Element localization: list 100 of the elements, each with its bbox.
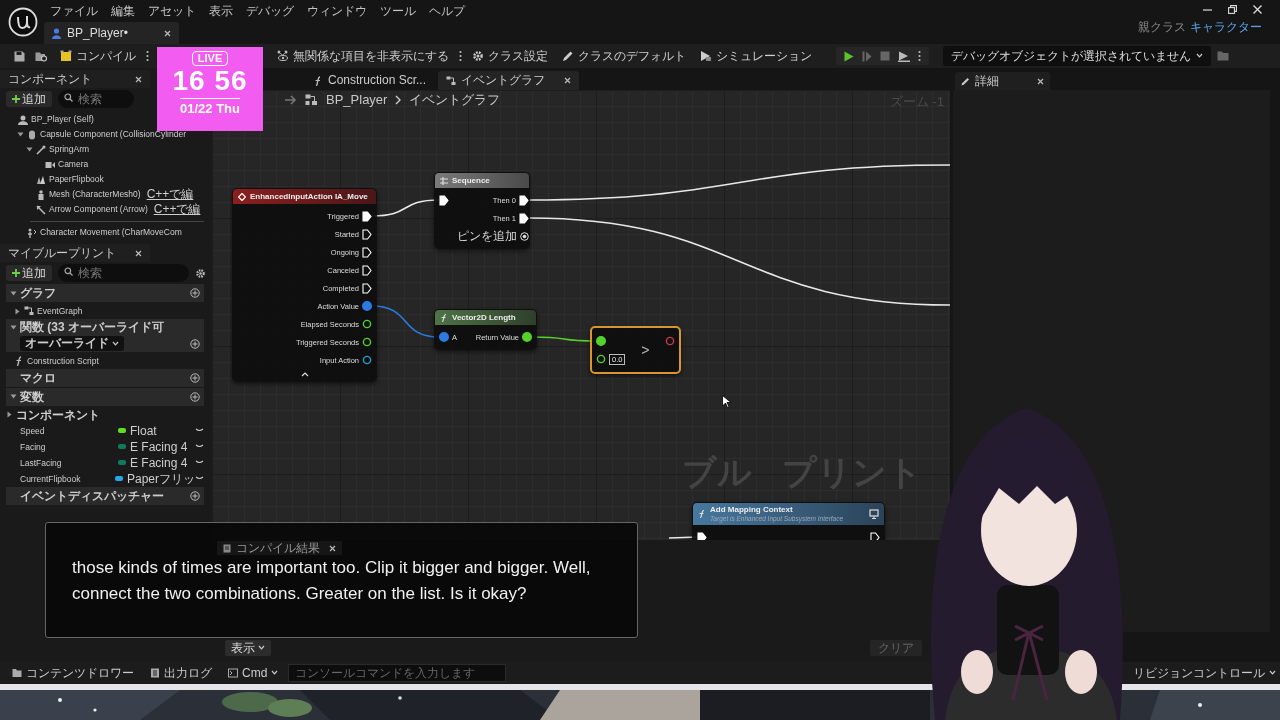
panel-tab[interactable]: マイブループリント	[0, 244, 150, 262]
close-icon[interactable]	[1253, 5, 1262, 14]
browse-icon[interactable]	[35, 50, 48, 62]
menu-item[interactable]: デバッグ	[246, 3, 294, 19]
tree-item[interactable]: Mesh (CharacterMesh0) C++で編	[0, 187, 194, 202]
add-button[interactable]: 追加	[6, 90, 52, 108]
variable-item[interactable]: CurrentFlipbook Paperフリッ	[0, 470, 212, 487]
graph-tab[interactable]: Construction Scr...	[305, 71, 435, 90]
collapse-icon[interactable]	[300, 372, 309, 377]
tree-item[interactable]: PaperFlipbook	[0, 172, 104, 187]
caret-icon[interactable]	[10, 289, 17, 297]
chevron-down-icon[interactable]	[195, 460, 204, 466]
menu-item[interactable]: アセット	[148, 3, 196, 19]
tree-item[interactable]: Capsule Component (CollisionCylinder	[0, 127, 186, 142]
view-dropdown[interactable]: 表示	[225, 639, 271, 656]
node-title: Add Mapping Context	[710, 505, 794, 515]
panel-tab[interactable]: 詳細	[955, 72, 1050, 90]
variable-item[interactable]: LastFacing E Facing 4	[0, 454, 212, 471]
more-icon[interactable]	[459, 50, 462, 62]
cmd-dropdown[interactable]: Cmd	[222, 663, 285, 683]
hide-unrelated-button[interactable]: 無関係な項目を非表示にする	[273, 46, 453, 66]
override-dropdown[interactable]: オーバーライド	[20, 336, 124, 351]
add-icon[interactable]	[190, 490, 200, 501]
variable-item[interactable]: Speed Float	[0, 422, 212, 439]
arm-icon	[36, 144, 46, 155]
play-icon[interactable]	[844, 50, 854, 62]
add-pin-icon[interactable]	[520, 231, 529, 241]
more-icon[interactable]	[146, 50, 149, 62]
caret-icon[interactable]	[14, 307, 21, 315]
add-icon[interactable]	[190, 288, 200, 298]
add-button[interactable]: 追加	[6, 264, 52, 282]
tree-item[interactable]: EventGraph	[0, 303, 212, 319]
tree-item[interactable]: BP_Player (Self)	[0, 112, 94, 127]
save-icon[interactable]	[14, 50, 25, 62]
section-header[interactable]: 変数	[6, 387, 204, 406]
category-item[interactable]: コンポーネント	[0, 406, 212, 423]
caret-icon[interactable]	[26, 146, 33, 153]
toolbar-button[interactable]: クラス設定	[468, 46, 552, 66]
document-tab[interactable]: BP_Player•	[44, 22, 179, 44]
close-icon[interactable]	[135, 249, 142, 257]
add-icon[interactable]	[190, 372, 200, 383]
eject-icon[interactable]	[898, 50, 910, 62]
chevron-down-icon[interactable]	[195, 428, 204, 434]
section-header[interactable]: マクロ	[6, 368, 204, 387]
tree-item[interactable]: Camera	[0, 157, 89, 172]
debug-object-dropdown[interactable]: デバッグオブジェクトが選択されていません	[943, 45, 1211, 67]
search-field[interactable]: 検索	[58, 90, 134, 108]
edit-link[interactable]: C++で編	[153, 202, 201, 217]
graph-tab[interactable]: イベントグラフ	[438, 71, 580, 90]
add-pin-label[interactable]: ピンを追加	[457, 228, 517, 244]
close-icon[interactable]	[329, 544, 336, 552]
panel-tab[interactable]: コンパイル結果	[217, 541, 342, 556]
section-header[interactable]: イベントディスパッチャー	[6, 486, 204, 505]
more-icon[interactable]	[918, 50, 921, 62]
chevron-down-icon[interactable]	[195, 476, 204, 482]
section-header[interactable]: グラフ	[6, 284, 204, 302]
close-icon[interactable]	[164, 29, 171, 37]
output-log-button[interactable]: 出力ログ	[144, 663, 218, 683]
caret-icon[interactable]	[6, 411, 13, 419]
add-icon	[12, 95, 20, 103]
chevron-right-icon	[395, 94, 402, 105]
add-icon[interactable]	[190, 391, 200, 402]
revision-control-dropdown[interactable]: リビジョンコントロール	[1133, 665, 1276, 681]
tree-item[interactable]: SpringArm	[0, 142, 90, 157]
content-drawer-button[interactable]: コンテンツドロワー	[6, 663, 140, 683]
section-header[interactable]: 関数 (33 オーバーライド可 オーバーライド	[6, 319, 204, 352]
toolbar-button[interactable]: シミュレーション	[696, 46, 816, 66]
tree-item[interactable]: Arrow Component (Arrow) C++で編	[0, 202, 201, 217]
toolbar-button[interactable]: クラスのデフォルト	[558, 46, 690, 66]
caret-icon[interactable]	[17, 131, 24, 138]
menu-item[interactable]: 編集	[111, 3, 135, 19]
restore-icon[interactable]	[1228, 5, 1237, 14]
panel-tab[interactable]: コンポーネント	[0, 70, 150, 88]
logo-icon[interactable]	[8, 7, 38, 37]
menu-item[interactable]: 表示	[209, 3, 233, 19]
step-icon[interactable]	[862, 50, 872, 62]
breadcrumb-link[interactable]: イベントグラフ	[409, 92, 501, 108]
menu-item[interactable]: ツール	[380, 3, 416, 19]
chevron-down-icon[interactable]	[195, 444, 204, 450]
close-icon[interactable]	[564, 77, 572, 84]
edit-link[interactable]: C++で編	[146, 187, 194, 202]
variable-item[interactable]: Facing E Facing 4	[0, 438, 212, 455]
breadcrumb-link[interactable]: BP_Player	[326, 92, 388, 108]
close-icon[interactable]	[1037, 77, 1044, 85]
tree-item[interactable]: Construction Script	[0, 352, 212, 369]
compile-button[interactable]: コンパイル	[56, 46, 140, 66]
tree-item[interactable]: Character Movement (CharMoveCom	[0, 225, 182, 240]
menu-item[interactable]: ヘルプ	[429, 3, 465, 19]
folder-icon[interactable]	[1217, 51, 1229, 61]
menu-item[interactable]: ファイル	[50, 3, 98, 19]
console-input[interactable]: コンソールコマンドを入力します	[288, 664, 507, 682]
menu-item[interactable]: ウィンドウ	[307, 3, 367, 19]
parent-class-link[interactable]: キャラクター	[1190, 20, 1262, 35]
search-field[interactable]: 検索	[58, 264, 189, 282]
caret-icon[interactable]	[10, 323, 17, 331]
figure-icon	[36, 189, 46, 200]
caret-icon[interactable]	[10, 393, 17, 401]
close-icon[interactable]	[135, 75, 142, 83]
add-icon[interactable]	[190, 338, 200, 349]
settings-icon[interactable]	[195, 267, 206, 279]
